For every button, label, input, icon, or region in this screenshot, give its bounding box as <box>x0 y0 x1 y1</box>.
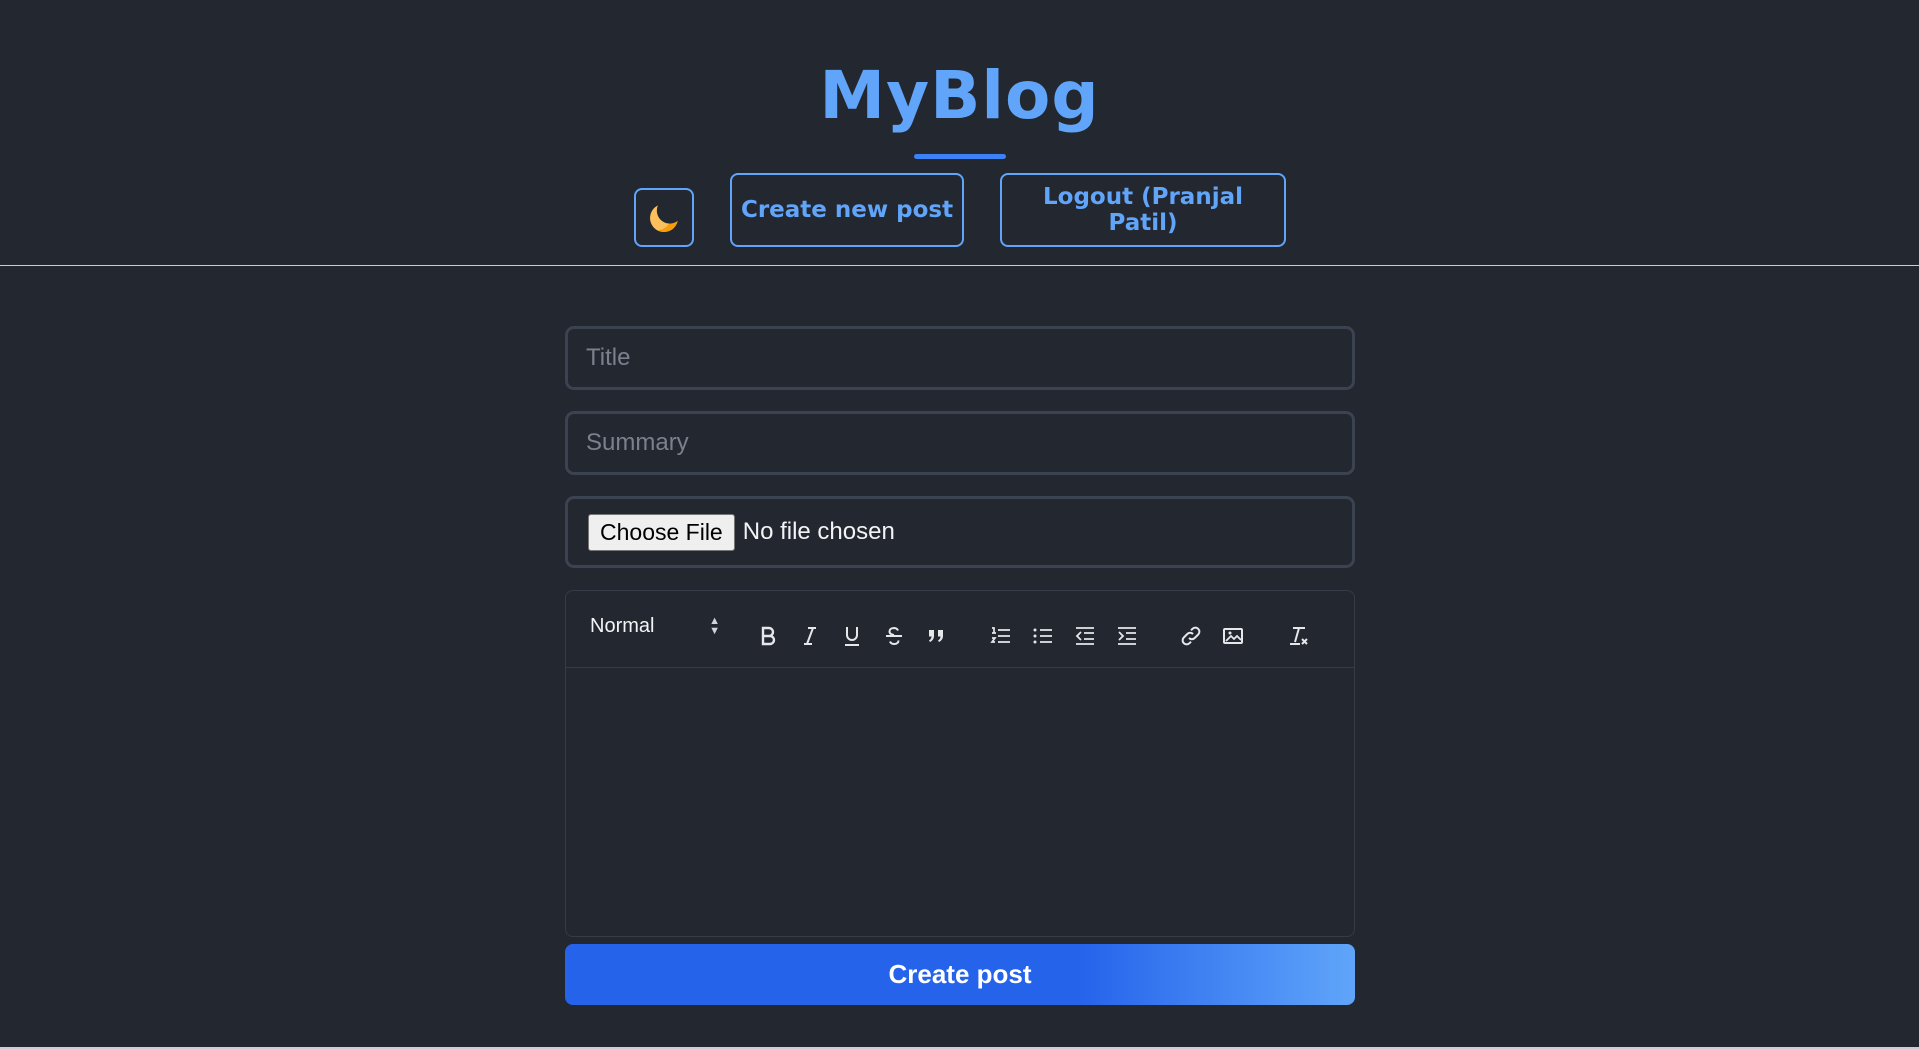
create-post-button[interactable]: Create post <box>565 944 1355 1005</box>
ordered-list-icon <box>990 627 1010 643</box>
format-select-value: Normal <box>590 615 655 637</box>
underline-icon <box>845 627 859 646</box>
italic-button[interactable] <box>795 621 825 651</box>
link-icon <box>1181 626 1201 646</box>
indent-icon <box>1118 627 1136 645</box>
logo-underline <box>914 154 1006 159</box>
outdent-button[interactable] <box>1070 621 1100 651</box>
editor-toolbar: Normal ▲ ▼ <box>566 591 1354 668</box>
bullet-list-icon <box>1033 628 1052 644</box>
theme-toggle-button[interactable] <box>634 188 694 247</box>
create-new-post-button[interactable]: Create new post <box>730 173 964 247</box>
bold-button[interactable] <box>753 621 783 651</box>
image-icon <box>1223 628 1243 644</box>
summary-input[interactable] <box>565 411 1355 475</box>
clean-format-button[interactable] <box>1284 621 1314 651</box>
link-button[interactable] <box>1176 621 1206 651</box>
image-button[interactable] <box>1218 621 1248 651</box>
choose-file-button[interactable]: Choose File <box>588 513 735 551</box>
outdent-icon <box>1075 627 1094 645</box>
rich-text-editor: Normal ▲ ▼ <box>565 590 1355 937</box>
site-header: MyBlog Create new post Logout (Pranjal P… <box>0 0 1919 266</box>
quote-icon <box>929 630 943 642</box>
italic-icon <box>804 627 816 645</box>
format-select[interactable]: Normal ▲ ▼ <box>590 615 720 645</box>
moon-icon <box>646 199 682 236</box>
file-input[interactable]: Choose File No file chosen <box>565 496 1355 568</box>
strike-button[interactable] <box>879 621 909 651</box>
clear-format-icon <box>1290 627 1308 645</box>
strikethrough-icon <box>886 626 902 646</box>
bullet-list-button[interactable] <box>1028 621 1058 651</box>
underline-button[interactable] <box>837 621 867 651</box>
bold-icon <box>761 626 776 646</box>
editor-content[interactable] <box>566 668 1354 937</box>
blockquote-button[interactable] <box>921 621 951 651</box>
indent-button[interactable] <box>1112 621 1142 651</box>
title-input[interactable] <box>565 326 1355 390</box>
ordered-list-button[interactable] <box>986 621 1016 651</box>
site-logo[interactable]: MyBlog <box>0 56 1919 136</box>
select-arrows-icon: ▲ ▼ <box>709 615 720 637</box>
logout-button[interactable]: Logout (Pranjal Patil) <box>1000 173 1286 247</box>
file-status: No file chosen <box>742 518 895 545</box>
